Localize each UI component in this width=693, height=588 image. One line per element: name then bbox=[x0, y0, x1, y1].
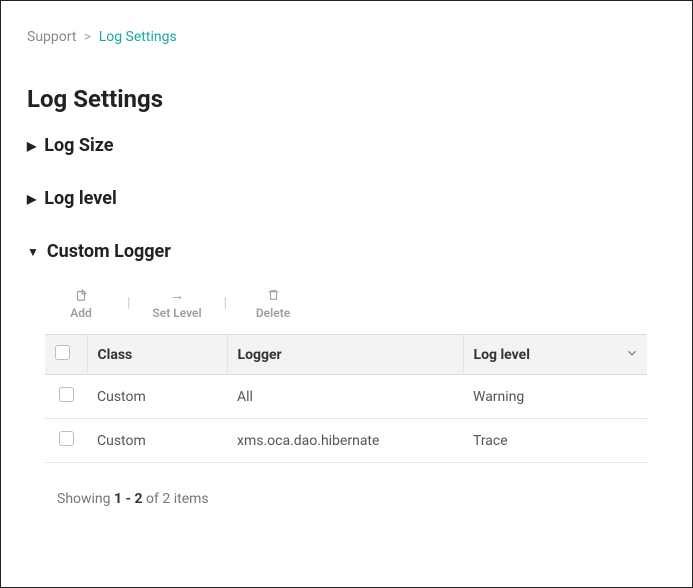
header-log-level-label: Log level bbox=[474, 347, 530, 363]
breadcrumb-parent[interactable]: Support bbox=[27, 29, 76, 45]
row-checkbox[interactable] bbox=[59, 387, 74, 402]
cell-class: Custom bbox=[87, 375, 227, 419]
add-button[interactable]: Add bbox=[57, 286, 105, 320]
header-log-level[interactable]: Log level bbox=[463, 335, 647, 375]
table-row[interactable]: Custom xms.oca.dao.hibernate Trace bbox=[45, 419, 647, 463]
chevron-down-icon bbox=[27, 245, 39, 259]
page-title: Log Settings bbox=[27, 85, 666, 113]
set-level-button[interactable]: → Set Level bbox=[152, 286, 201, 320]
toolbar-separator: | bbox=[224, 295, 227, 311]
custom-logger-table: Class Logger Log level Custom bbox=[45, 334, 647, 463]
delete-label: Delete bbox=[256, 306, 290, 320]
cell-logger: xms.oca.dao.hibernate bbox=[227, 419, 463, 463]
select-all-checkbox[interactable] bbox=[55, 345, 70, 360]
table-row[interactable]: Custom All Warning bbox=[45, 375, 647, 419]
pager: Showing 1 - 2 of 2 items bbox=[45, 491, 666, 507]
set-level-label: Set Level bbox=[152, 306, 201, 320]
add-label: Add bbox=[70, 306, 92, 320]
breadcrumb-separator: > bbox=[84, 29, 91, 45]
section-custom-logger-toggle[interactable]: Custom Logger bbox=[27, 241, 666, 262]
chevron-down-icon[interactable] bbox=[625, 346, 639, 364]
add-icon bbox=[74, 286, 88, 304]
cell-class: Custom bbox=[87, 419, 227, 463]
delete-button[interactable]: Delete bbox=[249, 286, 297, 320]
trash-icon bbox=[267, 286, 280, 304]
cell-log-level: Trace bbox=[463, 419, 647, 463]
pager-suffix: items bbox=[174, 491, 209, 507]
pager-mid: of bbox=[146, 491, 159, 507]
pager-range: 1 - 2 bbox=[114, 491, 143, 507]
section-custom-logger-label: Custom Logger bbox=[47, 241, 171, 262]
section-log-level-toggle[interactable]: Log level bbox=[27, 188, 666, 209]
breadcrumb: Support > Log Settings bbox=[27, 29, 666, 45]
chevron-right-icon bbox=[27, 192, 36, 206]
header-class[interactable]: Class bbox=[87, 335, 227, 375]
breadcrumb-current[interactable]: Log Settings bbox=[99, 29, 177, 45]
toolbar-separator: | bbox=[127, 295, 130, 311]
cell-logger: All bbox=[227, 375, 463, 419]
row-checkbox[interactable] bbox=[59, 431, 74, 446]
cell-log-level: Warning bbox=[463, 375, 647, 419]
pager-prefix: Showing bbox=[57, 491, 111, 507]
header-logger[interactable]: Logger bbox=[227, 335, 463, 375]
chevron-right-icon bbox=[27, 139, 36, 153]
section-log-level-label: Log level bbox=[44, 188, 117, 209]
arrow-right-icon: → bbox=[170, 286, 185, 304]
toolbar: Add | → Set Level | Delete bbox=[45, 286, 666, 320]
header-checkbox-cell bbox=[45, 335, 87, 375]
pager-total: 2 bbox=[162, 491, 170, 507]
section-log-size-label: Log Size bbox=[44, 135, 113, 156]
section-log-size-toggle[interactable]: Log Size bbox=[27, 135, 666, 156]
